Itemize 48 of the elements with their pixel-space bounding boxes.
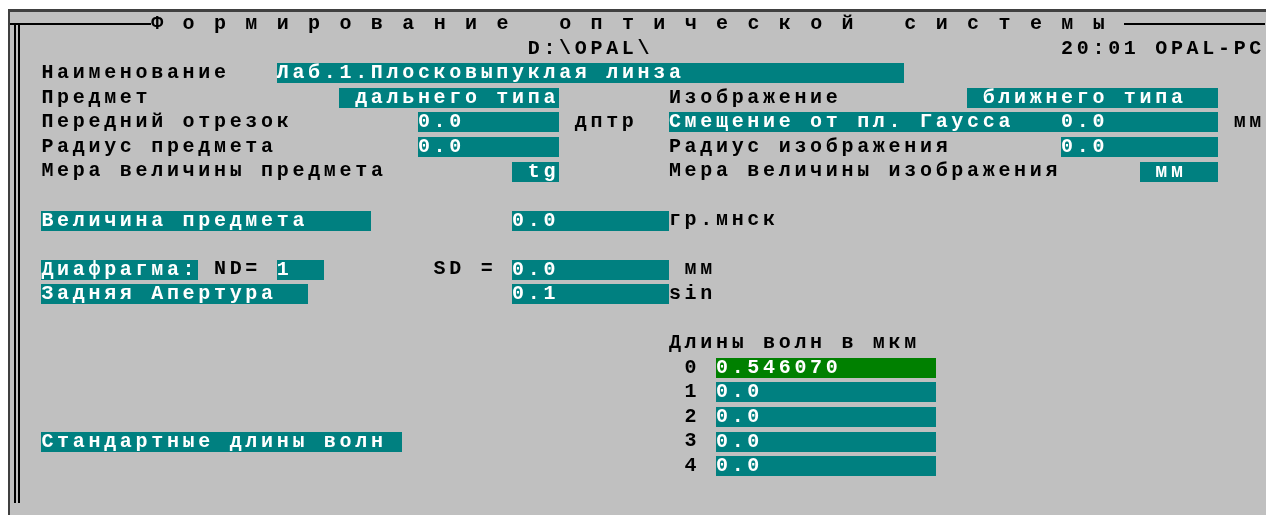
unit-label: дптр (574, 110, 639, 135)
input-field[interactable]: 0.0 (512, 210, 669, 231)
field-label: ND= (213, 257, 262, 282)
field-label: Мера величины изображения (668, 159, 1063, 184)
path-text: D:\OPAL\ (527, 36, 655, 62)
window-title: Формирование оптической системы (151, 12, 1124, 37)
field-label: Изображение (668, 85, 843, 111)
field-label: Наименование (41, 61, 231, 86)
input-field[interactable]: 0.0 (1061, 137, 1218, 157)
input-field[interactable]: 0.0 (715, 431, 936, 452)
row-index: 3 (684, 429, 701, 454)
field-label: Передний отрезок (41, 110, 294, 135)
field-label: Мера величины предмета (41, 159, 388, 184)
section-title: Длины волн в мкм (668, 331, 921, 356)
menu-item[interactable]: Задняя Апертура (41, 284, 309, 305)
row-index: 0 (684, 355, 701, 381)
standard-wavelengths-button[interactable]: Стандартные длины волн (41, 431, 403, 452)
unit-label: мм (1233, 110, 1265, 135)
clock-time: 20:01 (1061, 36, 1141, 62)
input-field[interactable]: 1 (276, 259, 324, 280)
unit-label: гр.мнск (668, 208, 780, 233)
select-field[interactable]: tg (512, 161, 560, 182)
menu-item[interactable]: Величина предмета (41, 210, 371, 231)
input-field[interactable]: Лаб.1.Плосковыпуклая линза (276, 63, 905, 84)
unit-label: мм (684, 257, 717, 282)
menu-item[interactable]: Диафрагма: (41, 259, 199, 280)
row-index: 2 (684, 404, 701, 430)
unit-label: sin (668, 282, 717, 307)
input-field[interactable]: 0.0 (417, 137, 560, 157)
computer-name: OPAL-PC (1155, 36, 1265, 62)
select-field[interactable]: мм (1139, 161, 1218, 182)
input-field[interactable]: 0.0 (512, 259, 669, 280)
input-field[interactable]: 0.0 (715, 382, 936, 403)
input-field[interactable]: 0.0 (1061, 112, 1218, 133)
input-field[interactable]: 0.546070 (715, 357, 936, 378)
field-label: Радиус изображения (668, 134, 953, 160)
input-field[interactable]: 0.0 (715, 407, 936, 427)
select-field[interactable]: ближнего типа (966, 87, 1218, 108)
row-index: 1 (684, 380, 701, 405)
field-label: Предмет (41, 85, 153, 111)
input-field[interactable]: 0.1 (512, 284, 669, 305)
row-index: 4 (684, 453, 701, 479)
field-label: Радиус предмета (41, 134, 278, 160)
field-label: SD = (433, 257, 498, 282)
select-field[interactable]: дальнего типа (339, 87, 560, 108)
input-field[interactable]: 0.0 (417, 112, 560, 133)
menu-item[interactable]: Смещение от пл. Гаусса (668, 112, 1062, 133)
input-field[interactable]: 0.0 (715, 456, 936, 477)
